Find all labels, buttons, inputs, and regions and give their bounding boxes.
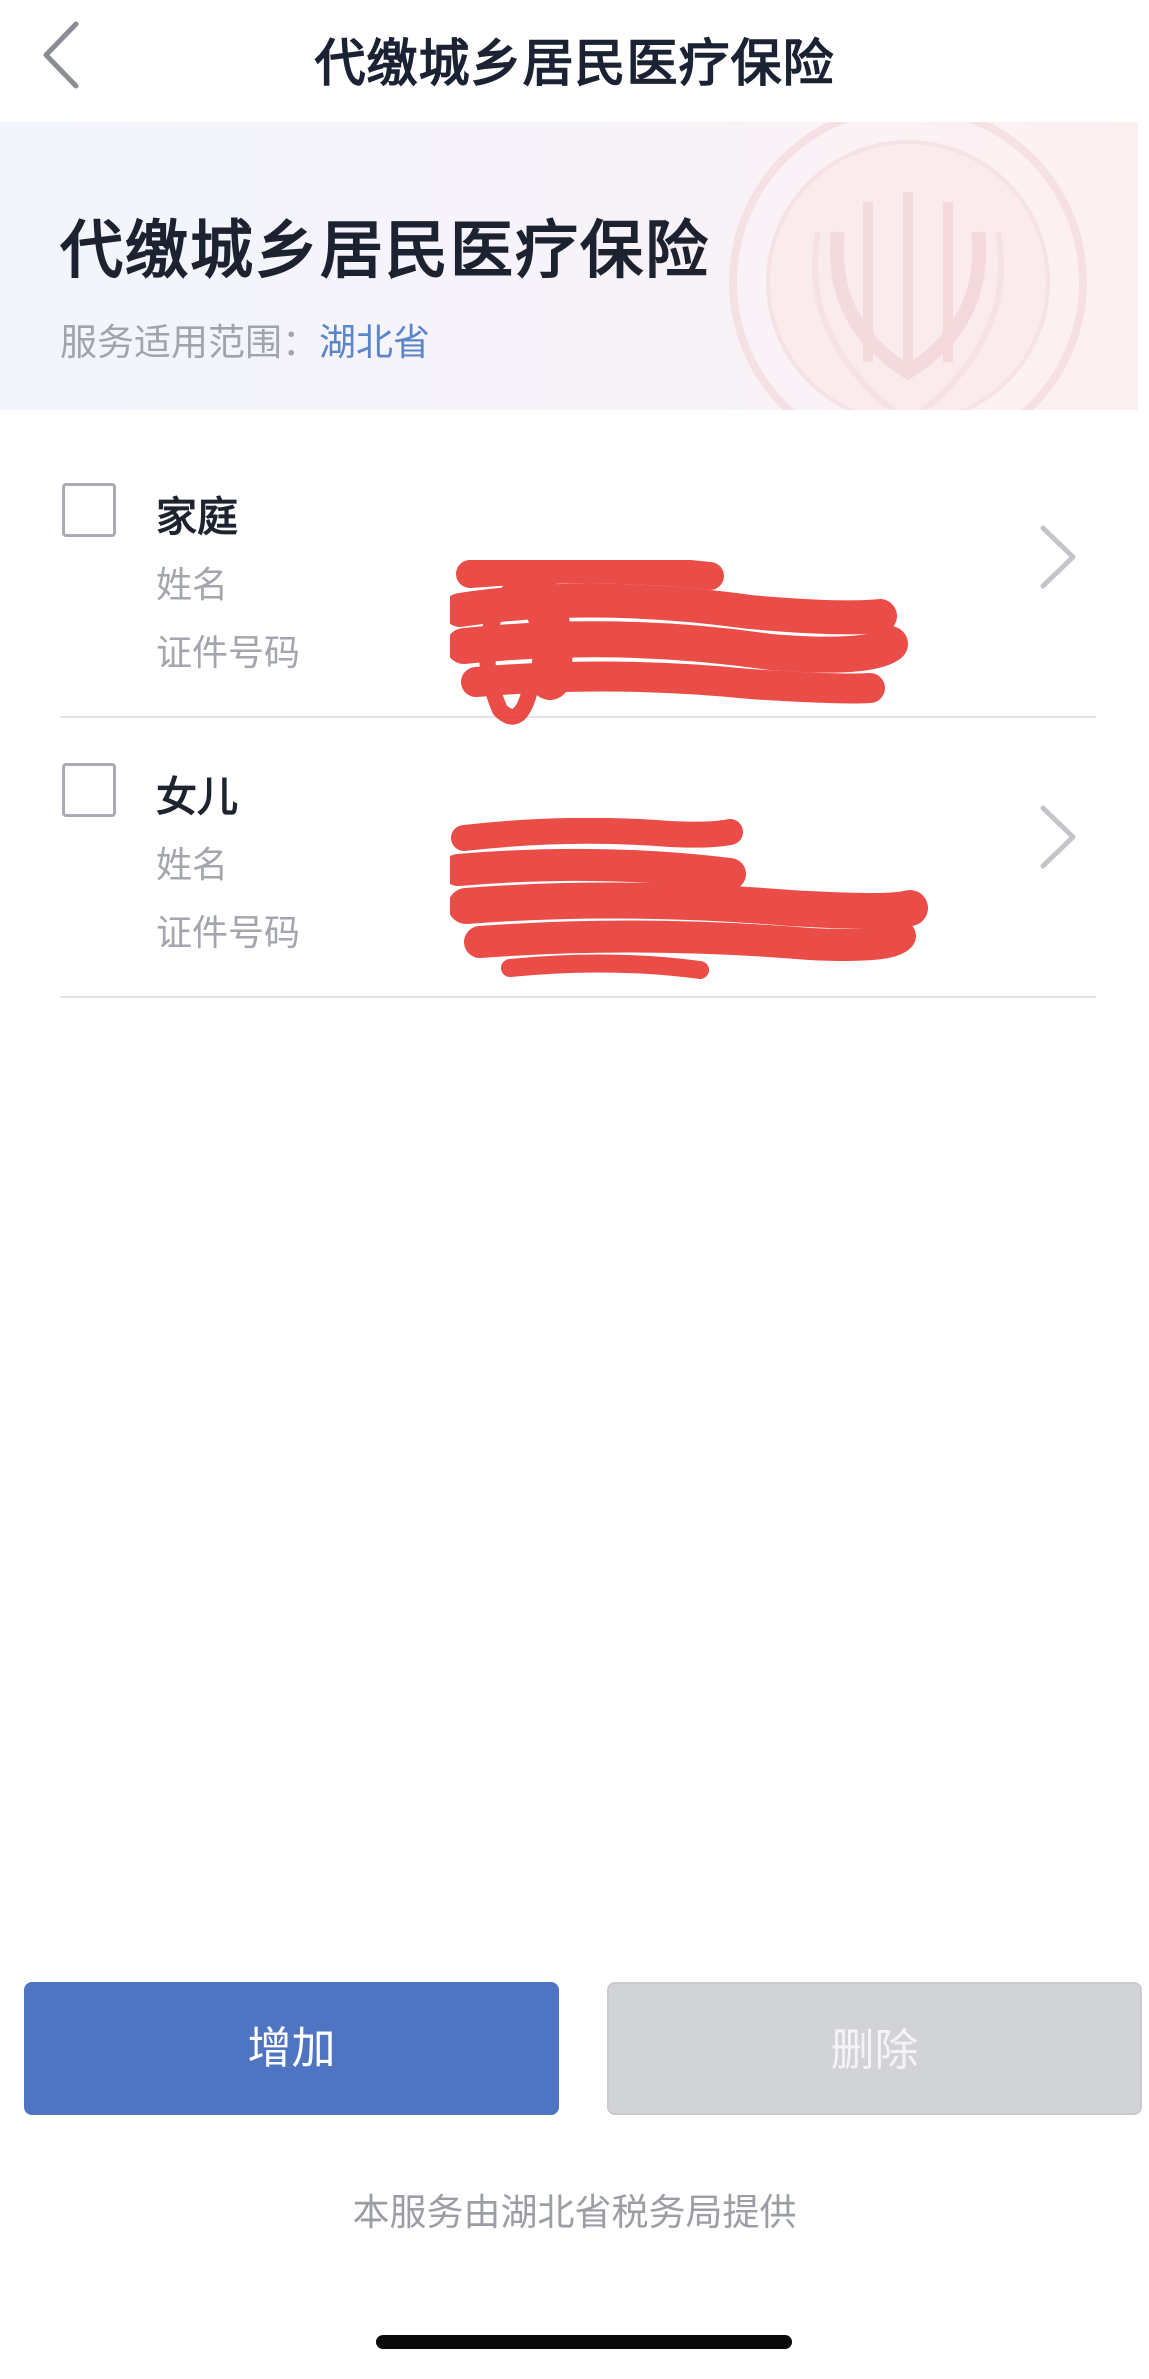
- scope-value: 湖北省: [319, 321, 430, 364]
- chevron-right-icon[interactable]: [1035, 522, 1081, 592]
- home-indicator[interactable]: [376, 2335, 792, 2349]
- service-scope: 服务适用范围：湖北省: [60, 312, 430, 366]
- member-checkbox[interactable]: [62, 483, 116, 537]
- id-number-label: 证件号码: [156, 913, 301, 954]
- page-title: 代缴城乡居民医疗保险: [314, 35, 835, 94]
- redaction-scribble: [450, 818, 928, 979]
- member-name: 家庭: [156, 493, 238, 541]
- service-title: 代缴城乡居民医疗保险: [60, 214, 710, 287]
- chevron-right-icon[interactable]: [1035, 802, 1081, 872]
- delete-button[interactable]: 删除: [607, 1982, 1142, 2115]
- name-label: 姓名: [156, 845, 229, 886]
- navbar: 代缴城乡居民医疗保险: [0, 0, 1149, 122]
- add-button[interactable]: 增加: [24, 1982, 559, 2115]
- list-item[interactable]: 女儿 姓名 证件号码: [60, 718, 1096, 998]
- member-checkbox[interactable]: [62, 763, 116, 817]
- redaction-scribble: [450, 560, 908, 725]
- provider-note: 本服务由湖北省税务局提供: [352, 2191, 797, 2234]
- list-item[interactable]: 家庭 姓名 证件号码: [60, 410, 1096, 725]
- header-banner: 代缴城乡居民医疗保险 服务适用范围：湖北省: [0, 122, 1138, 410]
- name-label: 姓名: [156, 565, 229, 606]
- tax-emblem-icon: [729, 122, 1087, 410]
- scope-label: 服务适用范围：: [60, 321, 319, 364]
- member-list: 家庭 姓名 证件号码 女儿 姓名 证件号码: [60, 410, 1096, 998]
- id-number-label: 证件号码: [156, 633, 301, 674]
- member-name: 女儿: [156, 773, 238, 821]
